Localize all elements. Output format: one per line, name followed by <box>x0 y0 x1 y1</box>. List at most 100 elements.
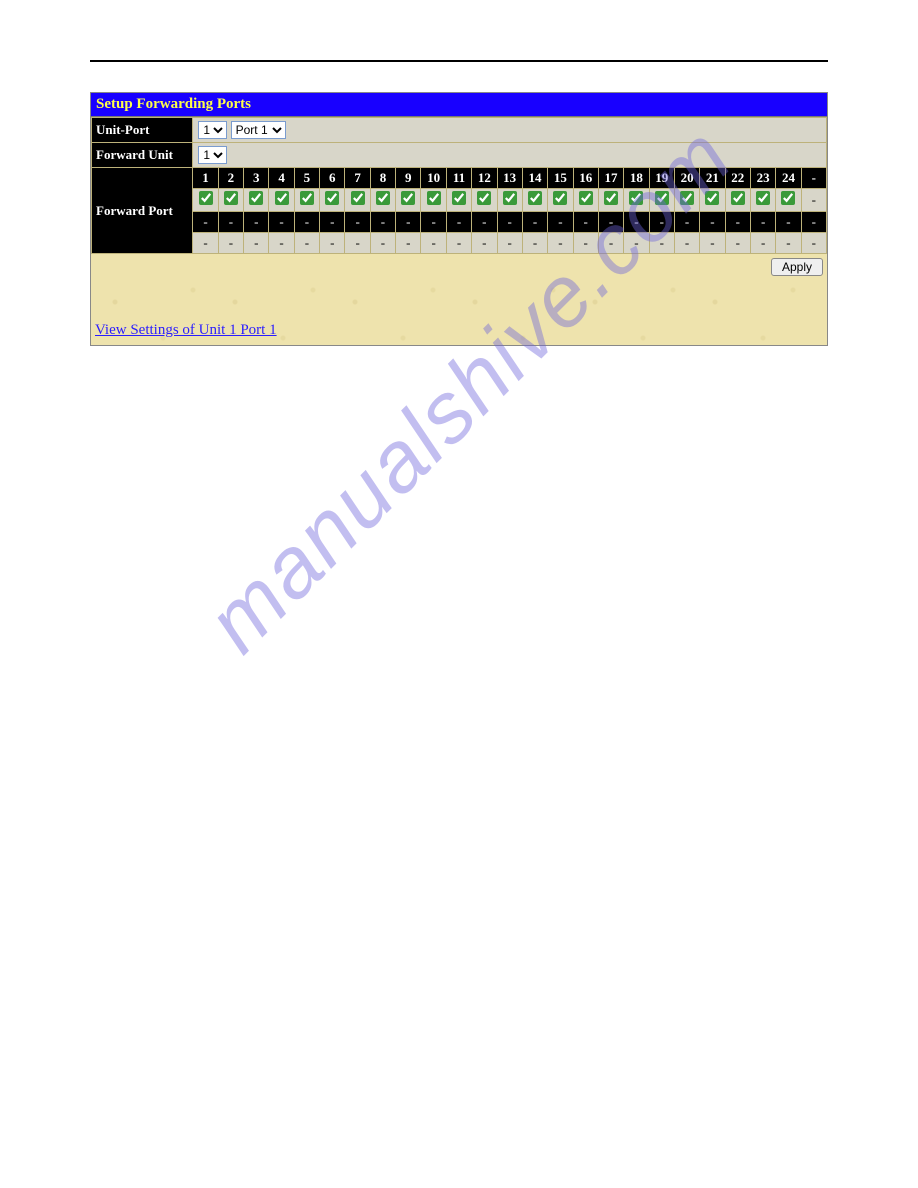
dash-cell: - <box>674 233 699 254</box>
port-check-row: - <box>92 189 827 212</box>
dash-cell: - <box>421 212 446 233</box>
port-col-header: 5 <box>294 168 319 189</box>
forward-port-checkbox[interactable] <box>528 191 542 205</box>
dash-cell: - <box>320 233 345 254</box>
forward-port-checkbox[interactable] <box>477 191 491 205</box>
port-col-header: 10 <box>421 168 446 189</box>
forward-port-checkbox[interactable] <box>579 191 593 205</box>
dash-cell: - <box>522 212 547 233</box>
port-dash-row-2: - - - - - - - - - - - - - - - - - - - - <box>92 233 827 254</box>
dash-cell: - <box>750 212 775 233</box>
unit-select[interactable]: 1 <box>198 121 227 139</box>
dash-cell: - <box>269 212 294 233</box>
port-col-header: 6 <box>320 168 345 189</box>
dash-cell: - <box>725 212 750 233</box>
port-col-header: 13 <box>497 168 522 189</box>
forward-port-checkbox[interactable] <box>401 191 415 205</box>
dash-cell: - <box>497 233 522 254</box>
dash-cell: - <box>421 233 446 254</box>
top-rule <box>90 60 828 62</box>
forward-port-checkbox[interactable] <box>604 191 618 205</box>
dash-cell: - <box>624 212 649 233</box>
dash-cell: - <box>345 233 370 254</box>
unit-port-label: Unit-Port <box>92 118 193 143</box>
dash-cell: - <box>624 233 649 254</box>
dash-cell: - <box>472 233 497 254</box>
dash-cell: - <box>573 212 598 233</box>
forward-port-checkbox[interactable] <box>325 191 339 205</box>
dash-cell: - <box>548 212 573 233</box>
port-col-header: - <box>801 168 826 189</box>
forward-port-checkbox[interactable] <box>781 191 795 205</box>
forward-port-checkbox[interactable] <box>705 191 719 205</box>
port-col-header: 21 <box>700 168 725 189</box>
forward-port-checkbox[interactable] <box>731 191 745 205</box>
dash-cell: - <box>649 233 674 254</box>
dash-cell: - <box>370 212 395 233</box>
dash-cell: - <box>598 233 623 254</box>
forward-port-checkbox[interactable] <box>376 191 390 205</box>
forward-port-checkbox[interactable] <box>503 191 517 205</box>
dash-cell: - <box>750 233 775 254</box>
view-settings-link[interactable]: View Settings of Unit 1 Port 1 <box>95 322 277 339</box>
dash-cell: - <box>294 212 319 233</box>
forward-port-checkbox[interactable] <box>427 191 441 205</box>
dash-cell: - <box>396 212 421 233</box>
dash-cell: - <box>573 233 598 254</box>
forward-port-checkbox[interactable] <box>452 191 466 205</box>
port-col-header: 7 <box>345 168 370 189</box>
port-select[interactable]: Port 1 <box>231 121 286 139</box>
port-col-header: 20 <box>674 168 699 189</box>
forward-port-checkbox[interactable] <box>249 191 263 205</box>
forward-unit-label: Forward Unit <box>92 143 193 168</box>
panel-title: Setup Forwarding Ports <box>91 93 827 117</box>
forward-port-checkbox[interactable] <box>756 191 770 205</box>
port-dash-row-1: - - - - - - - - - - - - - - - - - - - - <box>92 212 827 233</box>
forward-port-checkbox[interactable] <box>553 191 567 205</box>
config-table: Unit-Port 1 Port 1 Forward Unit 1 Forwar… <box>91 117 827 254</box>
dash-cell: - <box>320 212 345 233</box>
port-col-header: 9 <box>396 168 421 189</box>
dash-cell: - <box>725 233 750 254</box>
dash-cell: - <box>396 233 421 254</box>
panel-bottom: Apply View Settings of Unit 1 Port 1 <box>91 254 827 345</box>
dash-cell: - <box>244 233 269 254</box>
dash-cell: - <box>218 233 243 254</box>
port-col-header: 19 <box>649 168 674 189</box>
forward-port-checkbox[interactable] <box>199 191 213 205</box>
dash-cell: - <box>472 212 497 233</box>
dash-cell: - <box>446 233 471 254</box>
forward-port-checkbox[interactable] <box>224 191 238 205</box>
forward-port-label: Forward Port <box>92 168 193 254</box>
setup-forwarding-panel: Setup Forwarding Ports Unit-Port 1 Port … <box>90 92 828 346</box>
dash-cell: - <box>700 233 725 254</box>
forward-unit-select[interactable]: 1 <box>198 146 227 164</box>
forward-port-checkbox[interactable] <box>300 191 314 205</box>
port-col-header: 16 <box>573 168 598 189</box>
dash-cell: - <box>598 212 623 233</box>
forward-port-checkbox[interactable] <box>275 191 289 205</box>
dash-cell: - <box>700 212 725 233</box>
apply-button[interactable]: Apply <box>771 258 823 276</box>
port-header-row: Forward Port 1 2 3 4 5 6 7 8 9 10 11 12 … <box>92 168 827 189</box>
forward-unit-row: Forward Unit 1 <box>92 143 827 168</box>
dash-cell: - <box>370 233 395 254</box>
forward-port-dash: - <box>801 189 826 212</box>
dash-cell: - <box>497 212 522 233</box>
dash-cell: - <box>218 212 243 233</box>
forward-port-checkbox[interactable] <box>351 191 365 205</box>
port-col-header: 2 <box>218 168 243 189</box>
dash-cell: - <box>244 212 269 233</box>
dash-cell: - <box>193 212 218 233</box>
port-col-header: 12 <box>472 168 497 189</box>
forward-port-checkbox[interactable] <box>629 191 643 205</box>
dash-cell: - <box>193 233 218 254</box>
port-col-header: 18 <box>624 168 649 189</box>
forward-port-checkbox[interactable] <box>680 191 694 205</box>
dash-cell: - <box>345 212 370 233</box>
dash-cell: - <box>446 212 471 233</box>
forward-port-checkbox[interactable] <box>655 191 669 205</box>
dash-cell: - <box>801 212 826 233</box>
port-col-header: 14 <box>522 168 547 189</box>
port-col-header: 23 <box>750 168 775 189</box>
